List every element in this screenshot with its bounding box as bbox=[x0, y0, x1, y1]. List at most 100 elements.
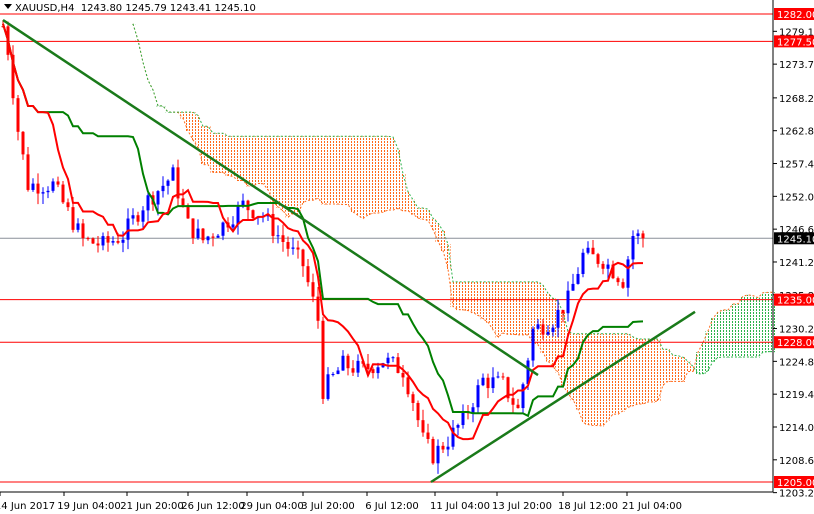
cloud-segment bbox=[715, 312, 721, 359]
cloud-segment bbox=[330, 136, 336, 205]
candle bbox=[171, 164, 175, 181]
candle-body bbox=[311, 282, 315, 297]
cloud-segment bbox=[505, 281, 511, 335]
cloud-segment bbox=[270, 136, 276, 202]
y-tick-label: 1214.05 bbox=[779, 423, 814, 434]
candle bbox=[141, 206, 145, 230]
candle bbox=[436, 439, 440, 474]
cloud-segment bbox=[765, 292, 771, 353]
candle bbox=[346, 353, 350, 376]
candle bbox=[566, 281, 570, 322]
candle-body bbox=[371, 369, 375, 374]
candle bbox=[516, 398, 520, 409]
y-tick-label: 1203.25 bbox=[779, 489, 814, 500]
candle bbox=[211, 233, 215, 247]
candle-body bbox=[71, 207, 75, 230]
cloud-segment bbox=[385, 136, 391, 211]
candle-body bbox=[111, 241, 115, 243]
x-tick-label: 6 Jul 12:00 bbox=[365, 501, 419, 512]
cloud-segment bbox=[640, 338, 646, 405]
candle-body bbox=[511, 398, 515, 405]
candle-body bbox=[181, 198, 185, 206]
y-tick-label: 1230.25 bbox=[779, 325, 814, 336]
y-tick-label: 1224.85 bbox=[779, 357, 814, 368]
candle-body bbox=[596, 254, 600, 264]
x-tick-label: 29 Jun 04:00 bbox=[240, 501, 304, 512]
candle-body bbox=[571, 283, 575, 291]
candle-body bbox=[566, 290, 570, 314]
candle-body bbox=[636, 233, 640, 237]
candle-body bbox=[106, 236, 110, 243]
high-value: 1245.79 bbox=[125, 3, 167, 14]
cloud-segment bbox=[215, 133, 221, 173]
y-tick-label: 1219.45 bbox=[779, 390, 814, 401]
level-label: 1235.00 bbox=[777, 296, 814, 307]
cloud-segment bbox=[185, 112, 191, 132]
x-tick-label: 3 Jul 20:00 bbox=[301, 501, 355, 512]
cloud-segment bbox=[760, 292, 766, 353]
cloud-segment bbox=[740, 296, 746, 358]
cloud-segment bbox=[290, 136, 296, 215]
cloud-segment bbox=[595, 333, 601, 427]
candle bbox=[86, 236, 90, 241]
cloud-segment bbox=[210, 133, 216, 173]
candle bbox=[26, 147, 30, 192]
cloud-segment bbox=[425, 209, 431, 221]
candle-body bbox=[376, 367, 380, 374]
candle bbox=[511, 387, 515, 414]
candle-body bbox=[276, 235, 280, 237]
candle-body bbox=[121, 239, 125, 243]
x-tick-label: 21 Jul 04:00 bbox=[622, 501, 682, 512]
cloud-segment bbox=[265, 136, 271, 191]
candle bbox=[621, 278, 625, 289]
cloud-segment bbox=[375, 136, 381, 214]
candle-body bbox=[141, 210, 145, 222]
candle-body bbox=[436, 445, 440, 464]
candle bbox=[296, 240, 300, 259]
cloud-segment bbox=[500, 281, 506, 334]
price-chart[interactable]: 1279.151273.751268.201262.801257.401252.… bbox=[0, 0, 814, 514]
y-tick-label: 1241.20 bbox=[779, 258, 814, 269]
cloud-segment bbox=[250, 136, 256, 187]
candle bbox=[576, 267, 580, 285]
candle-body bbox=[516, 404, 520, 409]
trendline bbox=[2, 19, 539, 377]
candle bbox=[291, 237, 295, 255]
candle bbox=[456, 423, 460, 436]
low-value: 1243.41 bbox=[169, 3, 212, 14]
cloud-segment bbox=[735, 303, 741, 358]
x-tick-label: 18 Jul 12:00 bbox=[558, 501, 618, 512]
cloud-segment bbox=[655, 338, 661, 402]
candle bbox=[441, 441, 445, 453]
cloud-segment bbox=[485, 281, 491, 323]
cloud-segment bbox=[490, 281, 496, 331]
senkou-span-b bbox=[132, 23, 773, 375]
y-tick-label: 1252.00 bbox=[779, 192, 814, 203]
candle-body bbox=[46, 190, 50, 193]
cloud-segment bbox=[155, 105, 161, 107]
level-label: 1228.00 bbox=[777, 338, 814, 349]
candle bbox=[396, 352, 400, 374]
candle-body bbox=[416, 402, 420, 421]
candle-body bbox=[626, 259, 630, 288]
level-label: 1205.00 bbox=[777, 478, 814, 489]
cloud-segment bbox=[390, 137, 396, 211]
cloud-segment bbox=[535, 281, 541, 346]
candle-body bbox=[336, 370, 340, 375]
cloud-segment bbox=[145, 80, 151, 81]
candle-body bbox=[306, 266, 310, 283]
level-label: 1282.00 bbox=[777, 10, 814, 21]
chart-window[interactable]: 1279.151273.751268.201262.801257.401252.… bbox=[0, 0, 814, 514]
candle-body bbox=[441, 445, 445, 450]
candle bbox=[21, 130, 25, 160]
candle-body bbox=[411, 394, 415, 403]
cloud-segment bbox=[520, 281, 526, 336]
cloud-segment bbox=[600, 333, 606, 427]
candle bbox=[506, 376, 510, 403]
candle-body bbox=[426, 432, 430, 439]
cloud-segment bbox=[340, 136, 346, 206]
candle-body bbox=[91, 238, 95, 244]
candle-body bbox=[81, 223, 85, 239]
candle-body bbox=[601, 263, 605, 269]
cloud-segment bbox=[320, 136, 326, 205]
